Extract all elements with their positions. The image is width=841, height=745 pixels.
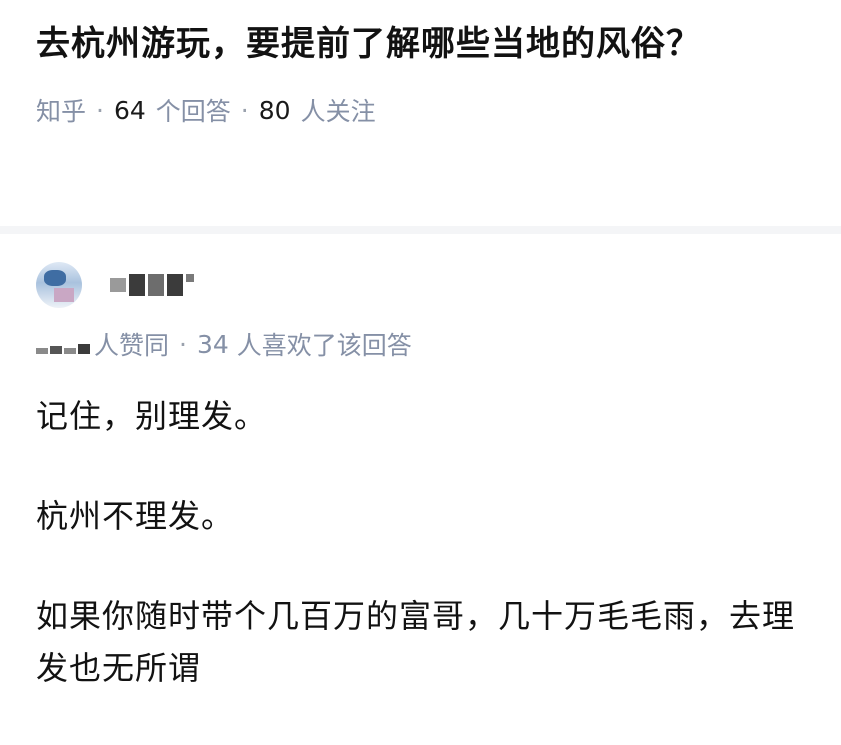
answer-paragraph: 记住，别理发。 [36, 397, 268, 435]
mosaic-block [167, 274, 183, 296]
mosaic-block [129, 274, 145, 296]
mosaic-block [110, 278, 126, 292]
source-label[interactable]: 知乎 [36, 92, 86, 128]
question-header: 去杭州游玩，要提前了解哪些当地的风俗？ 知乎 · 64 个回答 · 80 人关注 [36, 12, 796, 128]
answer-stats: 人赞同 · 34 人喜欢了该回答 [36, 326, 816, 362]
answer-count[interactable]: 64 [114, 96, 146, 125]
avatar-image-part [54, 288, 74, 302]
answer-paragraph: 如果你随时带个几百万的富哥，几十万毛毛雨，去理发也无所谓 [36, 597, 796, 687]
agree-label: 人赞同 [94, 331, 170, 360]
like-count: 34 [196, 329, 229, 359]
answer-count-label[interactable]: 个回答 [156, 92, 231, 128]
question-meta: 知乎 · 64 个回答 · 80 人关注 [36, 92, 796, 128]
answer-card: 人赞同 · 34 人喜欢了该回答 记住，别理发。 杭州不理发。 如果你随时带个几… [36, 252, 816, 742]
section-divider [0, 226, 841, 234]
follower-count[interactable]: 80 [259, 96, 291, 125]
stats-separator: · [179, 329, 187, 359]
mosaic-block [64, 348, 76, 354]
author-name-obscured[interactable] [110, 274, 194, 296]
mosaic-block [50, 346, 62, 354]
mosaic-block [148, 274, 164, 296]
follower-count-label[interactable]: 人关注 [301, 92, 376, 128]
meta-separator: · [240, 95, 249, 125]
author-row[interactable] [36, 252, 816, 318]
avatar-image-part [44, 270, 66, 286]
answer-paragraph: 杭州不理发。 [36, 497, 235, 535]
mosaic-block [78, 344, 90, 354]
avatar[interactable] [36, 262, 82, 308]
answer-content[interactable]: 记住，别理发。 杭州不理发。 如果你随时带个几百万的富哥，几十万毛毛雨，去理发也… [36, 390, 816, 694]
like-label: 人喜欢了该回答 [236, 331, 412, 360]
question-title[interactable]: 去杭州游玩，要提前了解哪些当地的风俗？ [36, 12, 796, 76]
agree-count-obscured [36, 334, 90, 354]
meta-separator: · [96, 95, 104, 125]
mosaic-block [36, 348, 48, 354]
mosaic-block [186, 274, 194, 282]
